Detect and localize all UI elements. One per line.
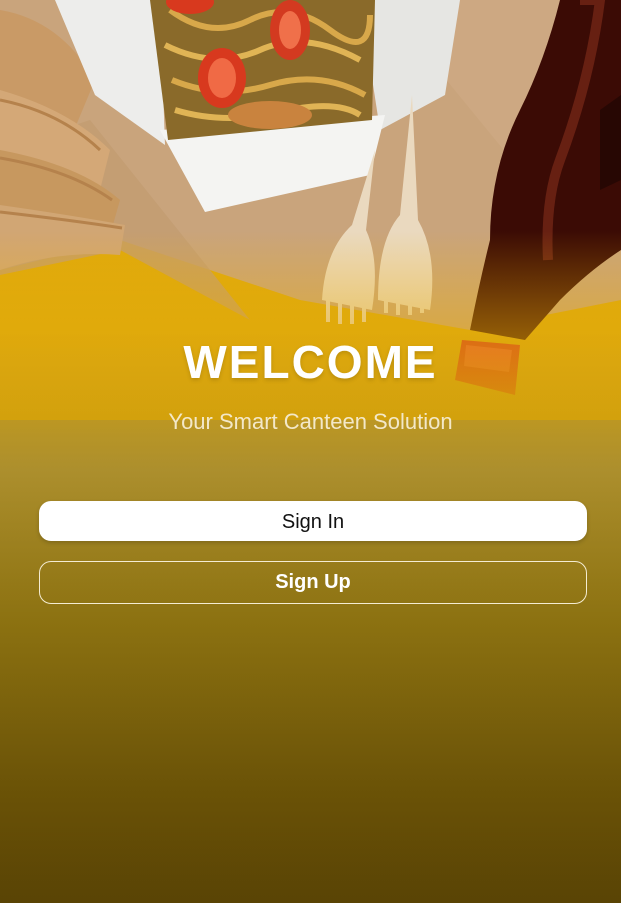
sign-in-button[interactable]: Sign In — [39, 501, 587, 541]
welcome-title: WELCOME — [183, 336, 438, 388]
sign-up-button[interactable]: Sign Up — [39, 561, 587, 604]
tagline: Your Smart Canteen Solution — [168, 409, 453, 434]
welcome-screen: WELCOME Your Smart Canteen Solution Sign… — [0, 0, 621, 903]
